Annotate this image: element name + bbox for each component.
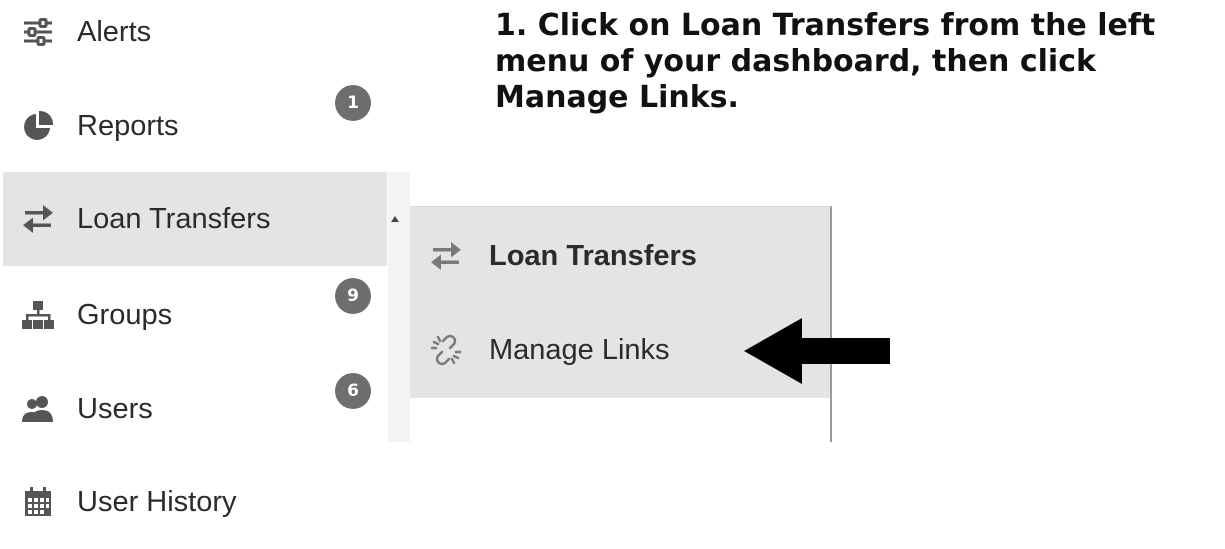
- scrollbar-track[interactable]: [388, 172, 410, 442]
- sidebar-item-groups[interactable]: Groups: [3, 268, 387, 362]
- sidebar-item-alerts[interactable]: Alerts: [3, 0, 387, 79]
- pointer-arrow-icon: [744, 318, 890, 384]
- calendar-icon: [20, 484, 56, 520]
- badge-groups: 9: [335, 278, 371, 314]
- sitemap-icon: [20, 297, 56, 333]
- scroll-up-icon[interactable]: [391, 216, 399, 222]
- sliders-icon: [20, 14, 56, 50]
- sidebar-item-label: Loan Transfers: [77, 202, 271, 235]
- transfer-arrows-icon: [20, 201, 56, 237]
- sidebar-item-reports[interactable]: Reports: [3, 79, 387, 173]
- pie-chart-icon: [20, 108, 56, 144]
- submenu-header-label: Loan Transfers: [489, 239, 697, 272]
- sidebar-item-label: Reports: [77, 109, 179, 142]
- sidebar-item-label: User History: [77, 485, 237, 518]
- sidebar-item-label: Alerts: [77, 15, 152, 48]
- sidebar-item-users[interactable]: Users: [3, 362, 387, 456]
- badge-users: 6: [335, 373, 371, 409]
- instruction-text: 1. Click on Loan Transfers from the left…: [495, 8, 1156, 115]
- sidebar-item-label: Groups: [77, 298, 173, 331]
- broken-link-icon: [428, 332, 464, 368]
- sidebar-item-user-history[interactable]: User History: [3, 455, 387, 549]
- sidebar-item-loan-transfers[interactable]: Loan Transfers: [3, 172, 387, 266]
- users-icon: [20, 391, 56, 427]
- sidebar-item-label: Users: [77, 392, 153, 425]
- submenu-header-loan-transfers[interactable]: Loan Transfers: [410, 209, 830, 303]
- submenu-item-label: Manage Links: [489, 333, 670, 366]
- sidebar-nav: Alerts Reports 1 Loan Transfers Groups 9…: [0, 0, 388, 521]
- badge-reports: 1: [335, 85, 371, 121]
- transfer-arrows-icon: [428, 238, 464, 274]
